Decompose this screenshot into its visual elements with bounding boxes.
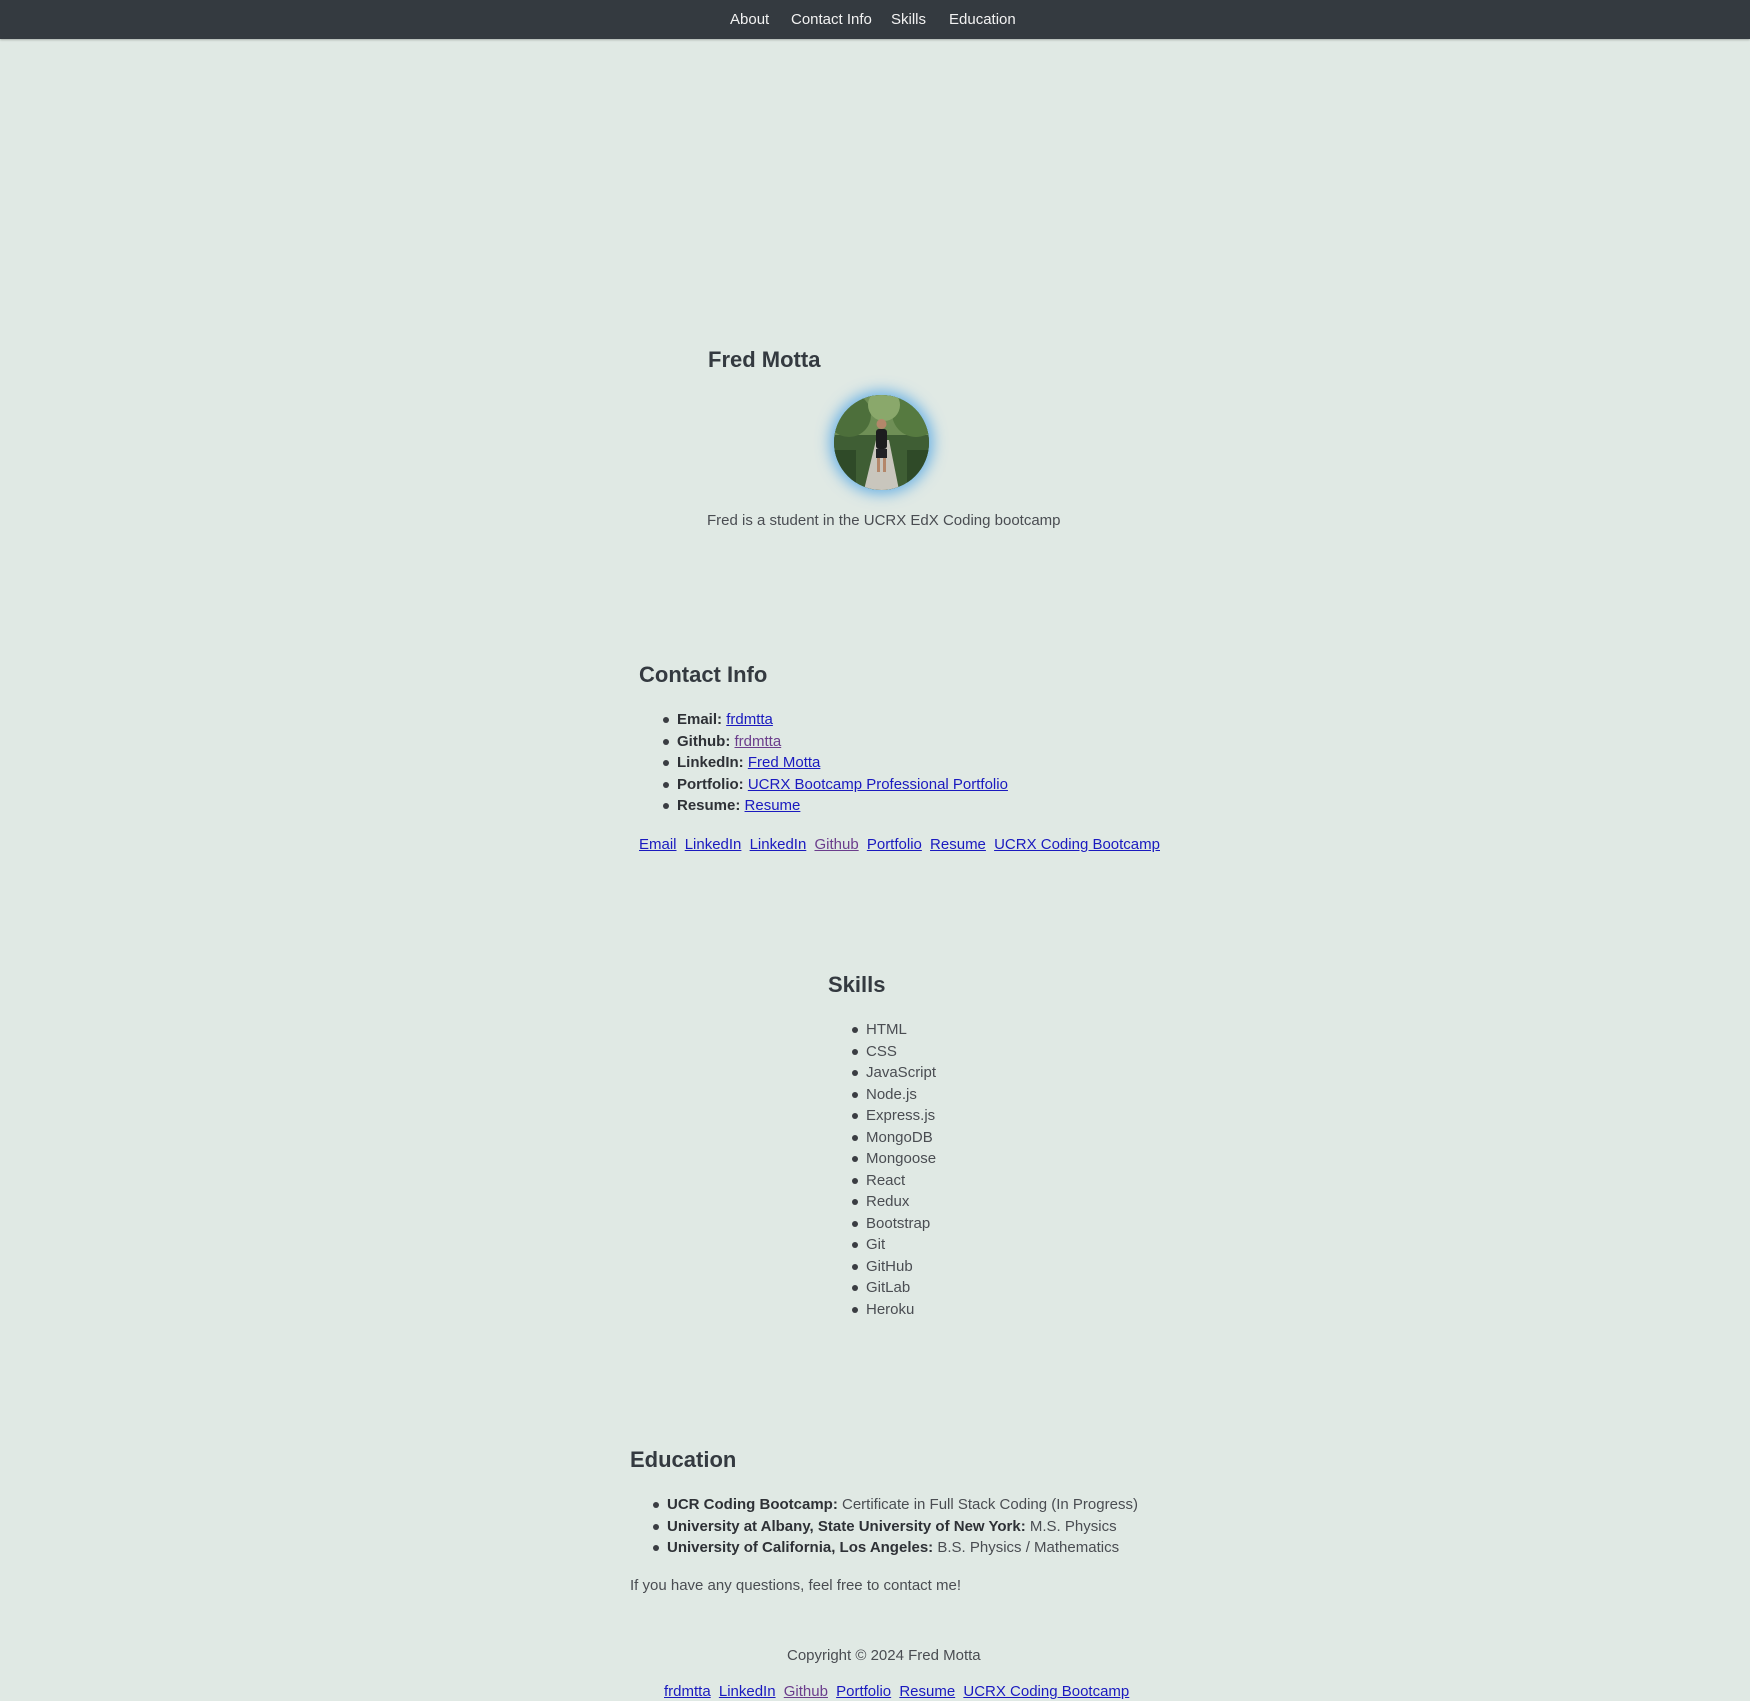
github-link[interactable]: frdmtta — [735, 733, 782, 750]
list-item: Bootstrap — [851, 1213, 936, 1235]
nav-link-contact-info[interactable]: Contact Info — [791, 11, 872, 28]
list-item: GitLab — [851, 1277, 936, 1299]
row-github-link[interactable]: Github — [814, 836, 858, 853]
row-linkedin-link-2[interactable]: LinkedIn — [750, 836, 807, 853]
list-item-education: University of California, Los Angeles: B… — [653, 1537, 1138, 1559]
list-item-portfolio: Portfolio: UCRX Bootcamp Professional Po… — [663, 774, 1008, 796]
footer-resume-link[interactable]: Resume — [899, 1683, 955, 1700]
footer-portfolio-link[interactable]: Portfolio — [836, 1683, 891, 1700]
footer-github-link[interactable]: Github — [784, 1683, 828, 1700]
resume-label: Resume: — [677, 797, 741, 814]
row-resume-link[interactable]: Resume — [930, 836, 986, 853]
list-item: HTML — [851, 1019, 936, 1041]
top-navbar: About Contact Info Skills Education — [0, 0, 1750, 39]
list-item: Git — [851, 1234, 936, 1256]
about-bio-text: Fred is a student in the UCRX EdX Coding… — [707, 512, 1061, 529]
list-item-resume: Resume: Resume — [663, 795, 1008, 817]
profile-photo-avatar — [834, 395, 929, 490]
list-item-github: Github: frdmtta — [663, 731, 1008, 753]
list-item: Redux — [851, 1191, 936, 1213]
email-label: Email: — [677, 711, 723, 728]
footer-link-row: frdmtta LinkedIn Github Portfolio Resume… — [664, 1683, 1133, 1700]
contact-list: Email: frdmtta Github: frdmtta LinkedIn:… — [663, 709, 1008, 817]
list-item: Heroku — [851, 1299, 936, 1321]
portfolio-label: Portfolio: — [677, 775, 744, 793]
list-item-email: Email: frdmtta — [663, 709, 1008, 731]
list-item: JavaScript — [851, 1062, 936, 1084]
contact-heading: Contact Info — [639, 662, 768, 687]
school-name: University of California, Los Angeles: — [667, 1539, 934, 1556]
footer-linkedin-link[interactable]: LinkedIn — [719, 1683, 776, 1700]
contact-link-row: Email LinkedIn LinkedIn Github Portfolio… — [639, 836, 1164, 853]
footer-bootcamp-link[interactable]: UCRX Coding Bootcamp — [963, 1683, 1129, 1700]
list-item: React — [851, 1170, 936, 1192]
skills-list: HTML CSS JavaScript Node.js Express.js M… — [851, 1019, 936, 1321]
row-email-link[interactable]: Email — [639, 836, 677, 853]
list-item: CSS — [851, 1041, 936, 1063]
list-item-education: UCR Coding Bootcamp: Certificate in Full… — [653, 1494, 1138, 1516]
list-item: Node.js — [851, 1084, 936, 1106]
degree-text: Certificate in Full Stack Coding (In Pro… — [842, 1496, 1138, 1513]
footer-github-username-link[interactable]: frdmtta — [664, 1683, 711, 1700]
resume-link[interactable]: Resume — [745, 797, 801, 814]
list-item-linkedin: LinkedIn: Fred Motta — [663, 752, 1008, 774]
list-item: MongoDB — [851, 1127, 936, 1149]
nav-link-education[interactable]: Education — [949, 11, 1016, 28]
closing-text: If you have any questions, feel free to … — [630, 1577, 962, 1594]
nav-link-skills[interactable]: Skills — [891, 11, 926, 28]
list-item-education: University at Albany, State University o… — [653, 1516, 1138, 1538]
copyright-text: Copyright © 2024 Fred Motta — [787, 1647, 981, 1664]
email-link[interactable]: frdmtta — [726, 711, 773, 728]
github-label: Github: — [677, 732, 731, 750]
degree-text: M.S. Physics — [1029, 1517, 1117, 1535]
row-linkedin-link[interactable]: LinkedIn — [685, 836, 742, 853]
list-item: Mongoose — [851, 1148, 936, 1170]
school-name: University at Albany, State University o… — [667, 1517, 1026, 1535]
education-list: UCR Coding Bootcamp: Certificate in Full… — [653, 1494, 1138, 1559]
linkedin-link[interactable]: Fred Motta — [748, 754, 821, 771]
school-name: UCR Coding Bootcamp: — [667, 1496, 838, 1513]
skills-heading: Skills — [828, 972, 886, 997]
profile-photo-icon — [834, 395, 929, 490]
list-item: GitHub — [851, 1256, 936, 1278]
about-name-heading: Fred Motta — [708, 347, 821, 372]
nav-link-about[interactable]: About — [730, 11, 769, 28]
education-heading: Education — [630, 1447, 737, 1472]
row-bootcamp-link[interactable]: UCRX Coding Bootcamp — [994, 836, 1160, 853]
linkedin-label: LinkedIn: — [677, 754, 744, 771]
row-portfolio-link[interactable]: Portfolio — [867, 836, 922, 853]
degree-text: B.S. Physics / Mathematics — [937, 1539, 1120, 1556]
portfolio-link[interactable]: UCRX Bootcamp Professional Portfolio — [748, 776, 1008, 793]
list-item: Express.js — [851, 1105, 936, 1127]
